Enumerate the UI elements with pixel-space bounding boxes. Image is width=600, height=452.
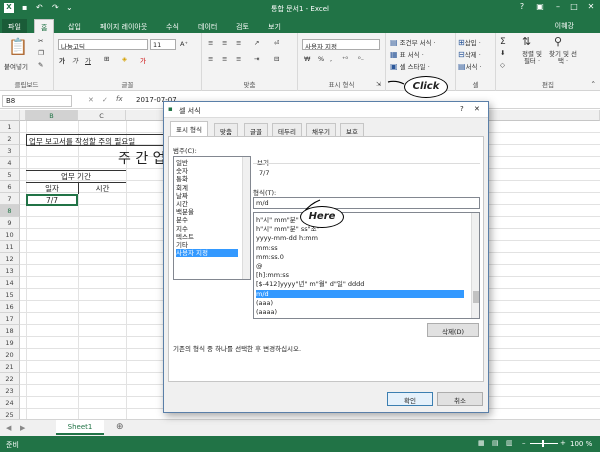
click-arrow xyxy=(387,80,405,85)
click-callout: Click xyxy=(404,76,448,98)
here-callout: Here xyxy=(300,206,344,228)
annotation-overlay xyxy=(303,80,405,213)
